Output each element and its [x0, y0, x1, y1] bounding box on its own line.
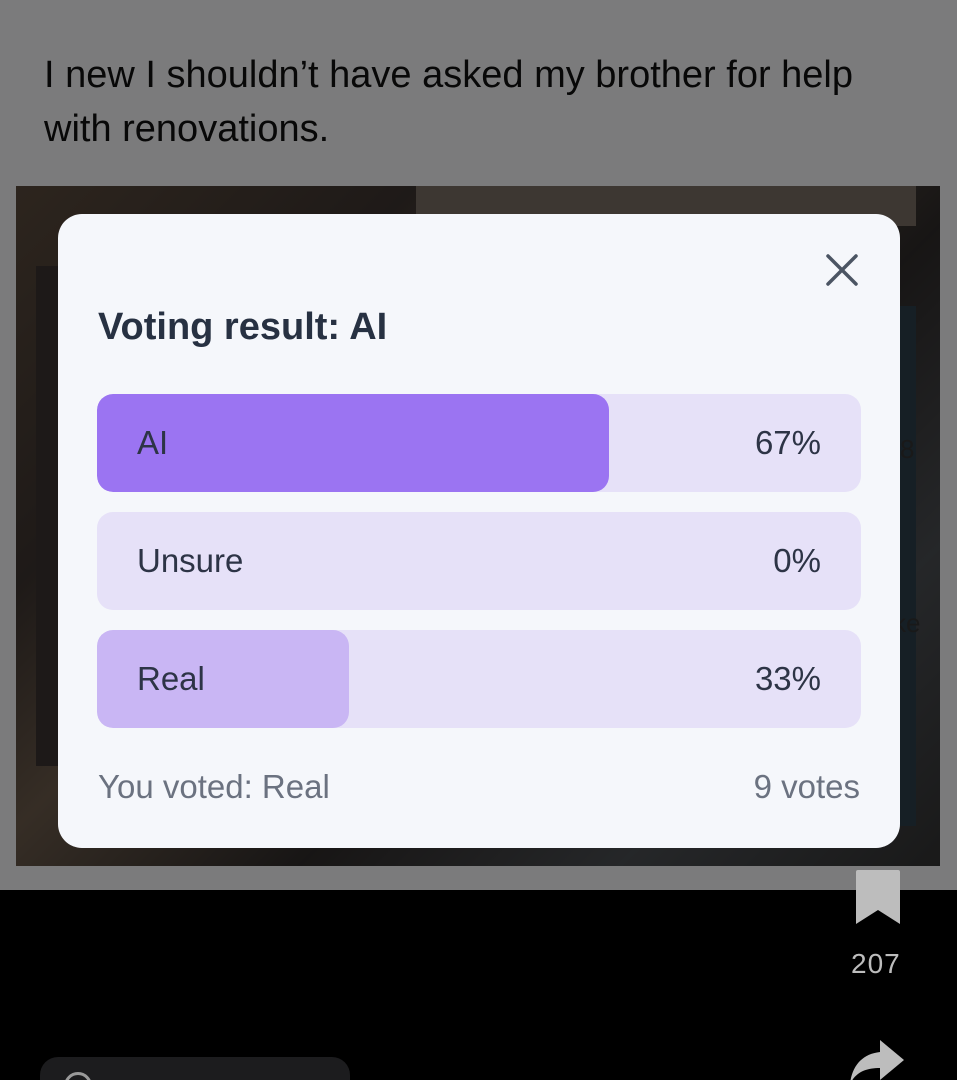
option-bar — [97, 630, 350, 728]
option-real[interactable]: Real 33% — [97, 630, 861, 728]
bookmark-count: 207 — [851, 948, 901, 979]
option-percent: 0% — [773, 542, 821, 579]
voting-result-modal: Voting result: AI AI 67% Unsure 0% Real … — [58, 214, 900, 848]
screen: I new I shouldn’t have asked my brother … — [0, 0, 957, 1080]
share-icon[interactable] — [848, 1036, 906, 1080]
vote-count: 9 votes — [753, 768, 860, 805]
close-icon[interactable] — [822, 250, 862, 290]
bookmark-icon[interactable] — [854, 868, 902, 926]
option-label: AI — [137, 424, 169, 461]
option-percent: 67% — [754, 424, 821, 461]
option-unsure[interactable]: Unsure 0% — [97, 512, 861, 610]
option-bar — [97, 394, 609, 492]
option-percent: 33% — [754, 660, 821, 697]
option-label: Real — [137, 660, 205, 697]
modal-title: Voting result: AI — [98, 306, 388, 348]
your-vote-text: You voted: Real — [98, 768, 330, 805]
option-label: Unsure — [137, 542, 244, 579]
option-ai[interactable]: AI 67% — [97, 394, 861, 492]
